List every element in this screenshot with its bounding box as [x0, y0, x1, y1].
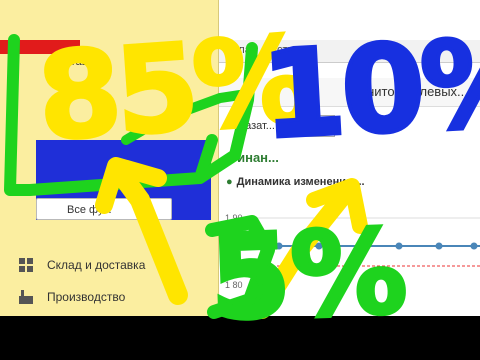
tab-2[interactable]: стран... — [277, 44, 315, 56]
chart-area: 1 90 -200 -1 80 1 80 — [225, 213, 480, 290]
sidebar-item-label: Склад и доставка — [47, 258, 146, 272]
sidebar-item-label: Производство — [47, 290, 126, 304]
chart-tick-label: 1 80 — [225, 280, 243, 290]
chart-point[interactable] — [435, 242, 443, 250]
app-screen: ...ставка Все фу... Склад и доставка Про… — [0, 0, 480, 316]
warehouse-icon — [19, 258, 33, 272]
chart-point[interactable] — [315, 242, 323, 250]
sidebar: ...ставка Все фу... Склад и доставка Про… — [0, 0, 219, 316]
tab-1[interactable]: ...ала — [223, 44, 251, 56]
sidebar-item-warehouse[interactable]: Склад и доставка — [0, 251, 218, 279]
sidebar-item-production[interactable]: Производство — [0, 283, 218, 311]
show-field[interactable] — [293, 115, 335, 137]
chart-tick-label: -200 — [225, 241, 243, 251]
page-title: ...онитор целевых... — [349, 84, 468, 99]
bullet-icon: ● — [226, 176, 233, 188]
factory-icon — [19, 290, 33, 304]
chart-point[interactable] — [470, 242, 478, 250]
chart-title[interactable]: ● Динамика изменения ... — [226, 176, 365, 188]
sidebar-top-label[interactable]: ...ставка — [56, 56, 99, 68]
finance-title: Финан... — [226, 150, 279, 165]
back-arrow-icon[interactable]: ◀ — [233, 84, 244, 101]
chart-tick-label: -1 80 — [225, 261, 246, 271]
main-panel: ...ала стран... ◀ ...онитор целевых... П… — [219, 0, 480, 316]
chart-point[interactable] — [395, 242, 403, 250]
chart-point[interactable] — [275, 242, 283, 250]
tab-bar: ...ала стран... — [219, 40, 480, 63]
chart-title-text: Динамика изменения ... — [236, 176, 365, 188]
chart-tick-label: 1 90 — [225, 213, 243, 223]
chart-point[interactable] — [355, 242, 363, 250]
all-functions-button[interactable]: Все фу... — [36, 198, 172, 220]
show-label: Показат... — [226, 120, 275, 132]
